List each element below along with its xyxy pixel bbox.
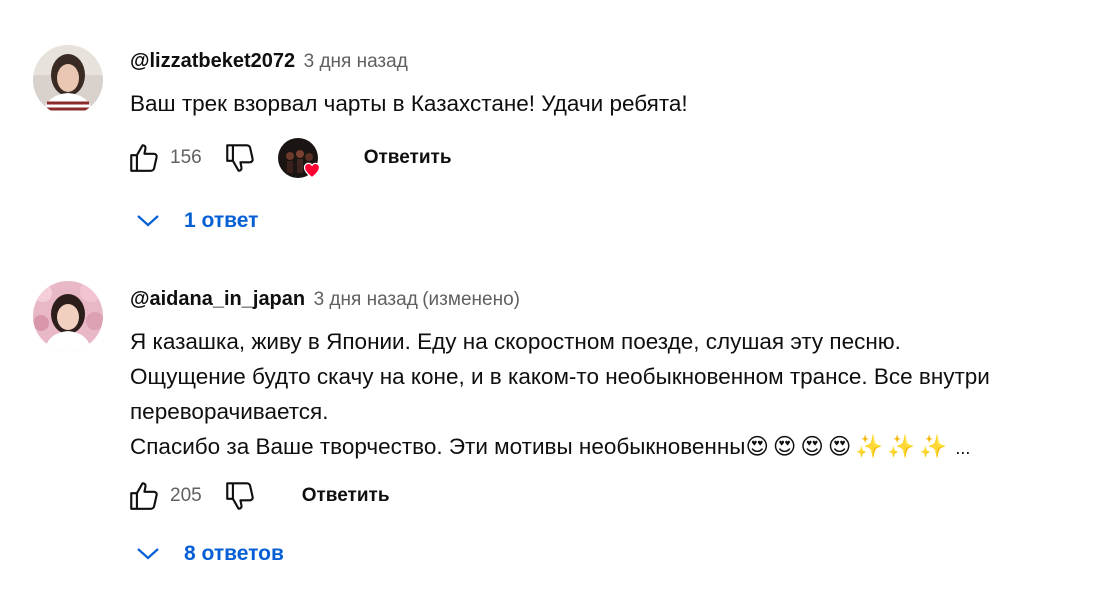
like-button[interactable] bbox=[126, 478, 162, 514]
read-more-ellipsis[interactable]: ... bbox=[955, 438, 970, 458]
avatar[interactable] bbox=[33, 45, 103, 115]
like-count: 156 bbox=[170, 147, 202, 168]
chevron-down-icon bbox=[134, 542, 174, 566]
dislike-button[interactable] bbox=[222, 140, 258, 176]
replies-count-label: 1 ответ bbox=[184, 209, 259, 232]
thumb-down-icon bbox=[225, 482, 254, 510]
show-replies-button[interactable]: 1 ответ bbox=[130, 201, 258, 241]
dislike-button[interactable] bbox=[222, 478, 258, 514]
avatar-image bbox=[33, 281, 103, 351]
replies-count-label: 8 ответов bbox=[184, 542, 284, 565]
like-count: 205 bbox=[170, 485, 202, 506]
comment-thread: @aidana_in_japan 3 дня назад (изменено) … bbox=[0, 262, 1112, 592]
comment-time[interactable]: 3 дня назад bbox=[304, 51, 408, 72]
comment-actions: 205 Ответить bbox=[126, 476, 400, 516]
comment-text-fragment: Спасибо за Ваше творчество. Эти мотивы н… bbox=[130, 434, 746, 459]
chevron-down-icon bbox=[134, 209, 174, 233]
avatar[interactable] bbox=[33, 281, 103, 351]
comment-actions: 156 Ответить bbox=[126, 138, 462, 179]
avatar-image bbox=[33, 45, 103, 115]
comment-text-line: Ощущение будто скачу на коне, и в каком-… bbox=[130, 364, 990, 389]
comment-time[interactable]: 3 дня назад bbox=[314, 289, 418, 310]
comment-text: Ваш трек взорвал чарты в Казахстане! Уда… bbox=[130, 86, 1092, 121]
creator-heart[interactable] bbox=[277, 138, 320, 179]
comment-text-line: Я казашка, живу в Японии. Еду на скорост… bbox=[130, 329, 901, 354]
comment-text-line-last: Спасибо за Ваше творчество. Эти мотивы н… bbox=[130, 429, 1092, 466]
thumb-up-icon bbox=[130, 144, 158, 172]
comment-header: @aidana_in_japan 3 дня назад (изменено) bbox=[130, 284, 1092, 314]
comment-header: @lizzatbeket2072 3 дня назад bbox=[130, 46, 1092, 76]
emoji-run: 😍😍😍😍✨✨✨ bbox=[745, 434, 952, 459]
comment-body: @aidana_in_japan 3 дня назад (изменено) … bbox=[130, 284, 1092, 466]
comment-text: Я казашка, живу в Японии. Еду на скорост… bbox=[130, 324, 1092, 466]
author-name[interactable]: @aidana_in_japan bbox=[130, 288, 305, 310]
reply-button[interactable]: Ответить bbox=[354, 141, 462, 175]
edited-label: (изменено) bbox=[422, 289, 520, 310]
comment-thread: @lizzatbeket2072 3 дня назад Ваш трек вз… bbox=[0, 0, 1112, 250]
reply-button[interactable]: Ответить bbox=[292, 479, 400, 513]
comment-text-line: переворачивается. bbox=[130, 399, 329, 424]
heart-icon bbox=[303, 162, 320, 179]
comment-body: @lizzatbeket2072 3 дня назад Ваш трек вз… bbox=[130, 46, 1092, 121]
thumb-down-icon bbox=[225, 144, 254, 172]
comment-text-line: Ваш трек взорвал чарты в Казахстане! Уда… bbox=[130, 91, 688, 116]
show-replies-button[interactable]: 8 ответов bbox=[130, 534, 284, 574]
author-name[interactable]: @lizzatbeket2072 bbox=[130, 50, 295, 72]
like-button[interactable] bbox=[126, 140, 162, 176]
thumb-up-icon bbox=[130, 482, 158, 510]
